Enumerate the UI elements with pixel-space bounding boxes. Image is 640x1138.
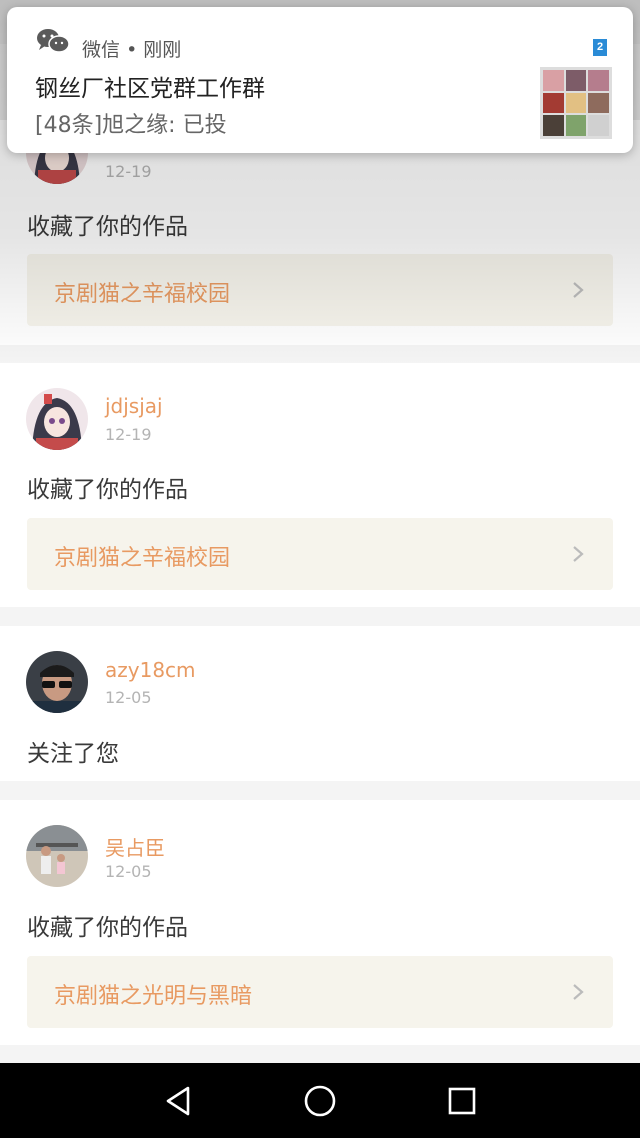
work-link[interactable]: 京剧猫之辛福校园 xyxy=(27,518,613,590)
home-circle-icon[interactable] xyxy=(302,1083,338,1119)
feed-card: 12-19 收藏了你的作品 京剧猫之辛福校园 xyxy=(0,120,640,345)
wechat-notification[interactable]: 微信 • 刚刚 2 钢丝厂社区党群工作群 [48条]旭之缘: 已投 xyxy=(7,7,633,153)
activity-text: 收藏了你的作品 xyxy=(27,477,188,503)
system-nav-bar xyxy=(0,1063,640,1138)
activity-date: 12-19 xyxy=(105,162,152,181)
activity-text: 收藏了你的作品 xyxy=(27,915,188,941)
avatar[interactable] xyxy=(26,388,88,450)
group-avatar xyxy=(540,67,612,139)
notification-body: [48条]旭之缘: 已投 xyxy=(35,113,227,138)
avatar[interactable] xyxy=(26,651,88,713)
activity-text: 收藏了你的作品 xyxy=(27,214,188,240)
recents-square-icon[interactable] xyxy=(444,1083,480,1119)
feed-card: azy18cm 12-05 关注了您 xyxy=(0,626,640,781)
activity-date: 12-05 xyxy=(105,862,152,881)
notification-time: • 刚刚 xyxy=(126,39,182,61)
username[interactable]: azy18cm xyxy=(105,658,196,682)
feed-card: jdjsjaj 12-19 收藏了你的作品 京剧猫之辛福校园 xyxy=(0,363,640,607)
username[interactable]: jdjsjaj xyxy=(105,394,163,418)
feed-card: 吴占臣 12-05 收藏了你的作品 京剧猫之光明与黑暗 xyxy=(0,800,640,1045)
app-name: 微信 xyxy=(82,39,121,61)
work-title: 京剧猫之辛福校园 xyxy=(54,282,231,307)
notification-app-name: 微信 • 刚刚 xyxy=(82,35,181,62)
chevron-right-icon xyxy=(573,546,584,562)
work-title: 京剧猫之辛福校园 xyxy=(54,546,231,571)
activity-date: 12-05 xyxy=(105,688,152,707)
wechat-logo-icon xyxy=(37,29,70,53)
chevron-right-icon xyxy=(573,282,584,298)
notification-title: 钢丝厂社区党群工作群 xyxy=(35,76,265,102)
work-link[interactable]: 京剧猫之辛福校园 xyxy=(27,254,613,326)
activity-text: 关注了您 xyxy=(27,741,119,767)
back-triangle-icon[interactable] xyxy=(160,1083,196,1119)
notification-badge: 2 xyxy=(593,39,607,56)
work-link[interactable]: 京剧猫之光明与黑暗 xyxy=(27,956,613,1028)
avatar[interactable] xyxy=(26,825,88,887)
work-title: 京剧猫之光明与黑暗 xyxy=(54,984,253,1009)
chevron-right-icon xyxy=(573,984,584,1000)
username[interactable]: 吴占臣 xyxy=(105,832,165,861)
activity-date: 12-19 xyxy=(105,425,152,444)
